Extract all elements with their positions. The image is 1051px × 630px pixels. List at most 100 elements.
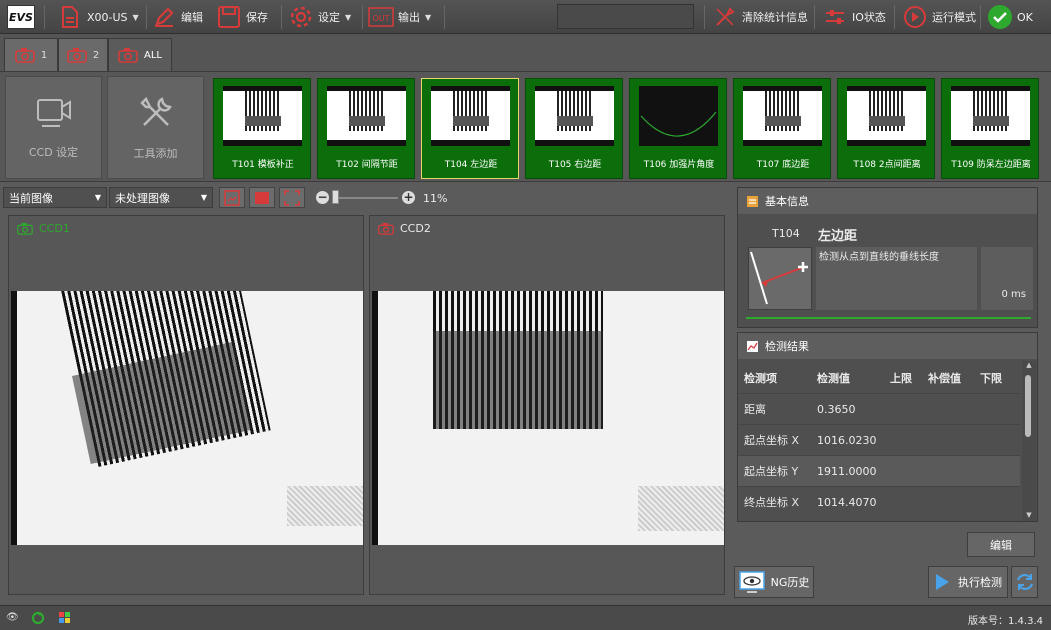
scroll-down-icon[interactable]: ▼ xyxy=(1022,511,1036,519)
table-row[interactable]: 终点坐标 X 1014.4070 xyxy=(738,486,1020,517)
add-tool-label: 工具添加 xyxy=(133,146,178,160)
ccd-settings-button[interactable]: CCD 设定 xyxy=(5,76,102,179)
table-cell: 1016.0230 xyxy=(817,433,877,447)
camera-icon xyxy=(15,48,35,63)
ng-history-button[interactable]: NG历史 xyxy=(734,566,814,598)
play-icon xyxy=(936,574,949,590)
ccd-settings-label: CCD 设定 xyxy=(28,145,79,159)
run-mode-label: 运行模式 xyxy=(932,11,976,24)
step-thumbnail xyxy=(223,86,302,146)
ccd2-image[interactable] xyxy=(372,291,724,545)
step-thumbnail xyxy=(639,86,718,146)
ccd1-title: CCD1 xyxy=(39,222,70,235)
table-cell: 1014.4070 xyxy=(817,495,877,509)
zoom-out-icon[interactable]: − xyxy=(316,191,329,204)
step-tool-item[interactable]: T104 左边距 xyxy=(421,78,519,179)
output-label: 输出 xyxy=(398,11,420,24)
run-mode-button[interactable]: 运行模式 xyxy=(902,0,976,34)
step-tool-item[interactable]: T105 右边距 xyxy=(525,78,623,179)
chevron-down-icon: ▼ xyxy=(132,12,139,22)
step-thumbnail xyxy=(951,86,1030,146)
save-button[interactable]: 保存 xyxy=(216,0,268,34)
zoom-in-icon[interactable]: + xyxy=(402,191,415,204)
tab-camera-all[interactable]: ALL xyxy=(108,38,172,71)
ok-label: OK xyxy=(1017,10,1033,24)
image-save-icon xyxy=(224,189,240,206)
camera-icon xyxy=(67,48,87,63)
ccd1-image[interactable] xyxy=(11,291,363,545)
step-tool-item[interactable]: T106 加强片角度 xyxy=(629,78,727,179)
zoom-slider-handle[interactable] xyxy=(332,190,339,204)
process-select[interactable]: 未处理图像 ▼ xyxy=(109,187,213,208)
chevron-down-icon: ▼ xyxy=(425,12,432,22)
tab-camera-2[interactable]: 2 xyxy=(58,38,108,71)
pencil-icon xyxy=(151,4,177,30)
toolbar-separator xyxy=(281,5,282,29)
step-label: T102 间隔节距 xyxy=(336,160,398,170)
io-status-label: IO状态 xyxy=(852,11,886,24)
step-tool-item[interactable]: T107 底边距 xyxy=(733,78,831,179)
settings-label: 设定 xyxy=(318,11,340,24)
step-tool-item[interactable]: T108 2点间距离 xyxy=(837,78,935,179)
table-cell: 1911.0000 xyxy=(817,464,877,478)
chevron-down-icon: ▼ xyxy=(200,193,207,202)
ccd1-panel: CCD1 xyxy=(8,215,364,595)
results-scrollbar[interactable]: ▲ ▼ xyxy=(1022,361,1036,521)
step-thumbnail xyxy=(431,86,510,146)
table-row[interactable]: 距离 0.3650 xyxy=(738,393,1020,424)
background-texture xyxy=(638,486,724,531)
eye-monitor-icon xyxy=(738,571,765,593)
chevron-down-icon: ▼ xyxy=(94,193,101,202)
svg-text:OUT: OUT xyxy=(372,14,389,23)
step-tool-item[interactable]: T101 模板补正 xyxy=(213,78,311,179)
refresh-button[interactable] xyxy=(1011,566,1038,598)
tab-label: 1 xyxy=(40,49,48,61)
output-dropdown[interactable]: OUT 输出 ▼ xyxy=(368,0,431,34)
toolbar-separator xyxy=(980,5,981,29)
column-header: 检测值 xyxy=(817,372,850,385)
image-select[interactable]: 当前图像 ▼ xyxy=(3,187,107,208)
basic-info-panel: 基本信息 T104 左边距 检测从点到直线的垂线长度 0 ms xyxy=(737,187,1038,328)
info-sheet-icon xyxy=(747,195,758,207)
video-camera-icon xyxy=(36,98,71,127)
clear-stats-button[interactable]: 清除统计信息 xyxy=(712,0,808,34)
record-button[interactable] xyxy=(249,187,275,208)
io-status-button[interactable]: IO状态 xyxy=(822,0,886,34)
edit-results-button[interactable]: 编辑 xyxy=(967,532,1035,557)
chevron-down-icon: ▼ xyxy=(345,12,352,22)
results-table-header: 检测项 检测值 上限 补偿值 下限 xyxy=(738,363,1020,393)
add-tool-button[interactable]: 工具添加 xyxy=(107,76,204,179)
scroll-up-icon[interactable]: ▲ xyxy=(1022,361,1036,369)
results-panel: 检测结果 检测项 检测值 上限 补偿值 下限 距离 0.3650 起点坐标 X 101… xyxy=(737,332,1038,522)
check-circle-icon xyxy=(987,4,1013,30)
tab-camera-1[interactable]: 1 xyxy=(4,38,58,71)
results-header: 检测结果 xyxy=(738,333,1037,359)
refresh-small-icon[interactable] xyxy=(31,611,45,625)
windows-icon[interactable] xyxy=(58,611,72,625)
main-toolbar: EVS X00-US ▼ 编辑 保存 设定 ▼ OUT 输出 ▼ 清除统计信息 … xyxy=(0,0,1051,34)
output-icon: OUT xyxy=(368,4,394,30)
tool-preview xyxy=(748,247,812,310)
run-inspection-button[interactable]: 执行检测 xyxy=(928,566,1008,598)
table-row[interactable]: 起点坐标 X 1016.0230 xyxy=(738,424,1020,455)
table-row[interactable]: 起点坐标 Y 1911.0000 xyxy=(738,455,1020,486)
edit-button[interactable]: 编辑 xyxy=(151,0,203,34)
tab-label: ALL xyxy=(144,49,162,61)
fit-screen-button[interactable] xyxy=(279,187,305,208)
step-tool-item[interactable]: T102 间隔节距 xyxy=(317,78,415,179)
settings-dropdown[interactable]: 设定 ▼ xyxy=(288,0,351,34)
model-dropdown[interactable]: X00-US ▼ xyxy=(57,0,139,34)
save-label: 保存 xyxy=(246,11,268,24)
step-label: T101 模板补正 xyxy=(232,160,294,170)
zoom-slider-track[interactable] xyxy=(333,197,398,199)
progress-bar xyxy=(746,317,1031,319)
scrollbar-thumb[interactable] xyxy=(1025,375,1031,437)
app-logo: EVS xyxy=(7,5,35,29)
chart-icon xyxy=(747,340,758,352)
background-texture xyxy=(287,486,363,526)
column-header: 上限 xyxy=(890,372,912,385)
save-image-button[interactable] xyxy=(219,187,245,208)
camera-tabs: 1 2 ALL xyxy=(0,34,1051,71)
step-tool-item[interactable]: T109 防呆左边距离 xyxy=(941,78,1039,179)
eye-icon[interactable]: 👁 xyxy=(6,612,19,623)
